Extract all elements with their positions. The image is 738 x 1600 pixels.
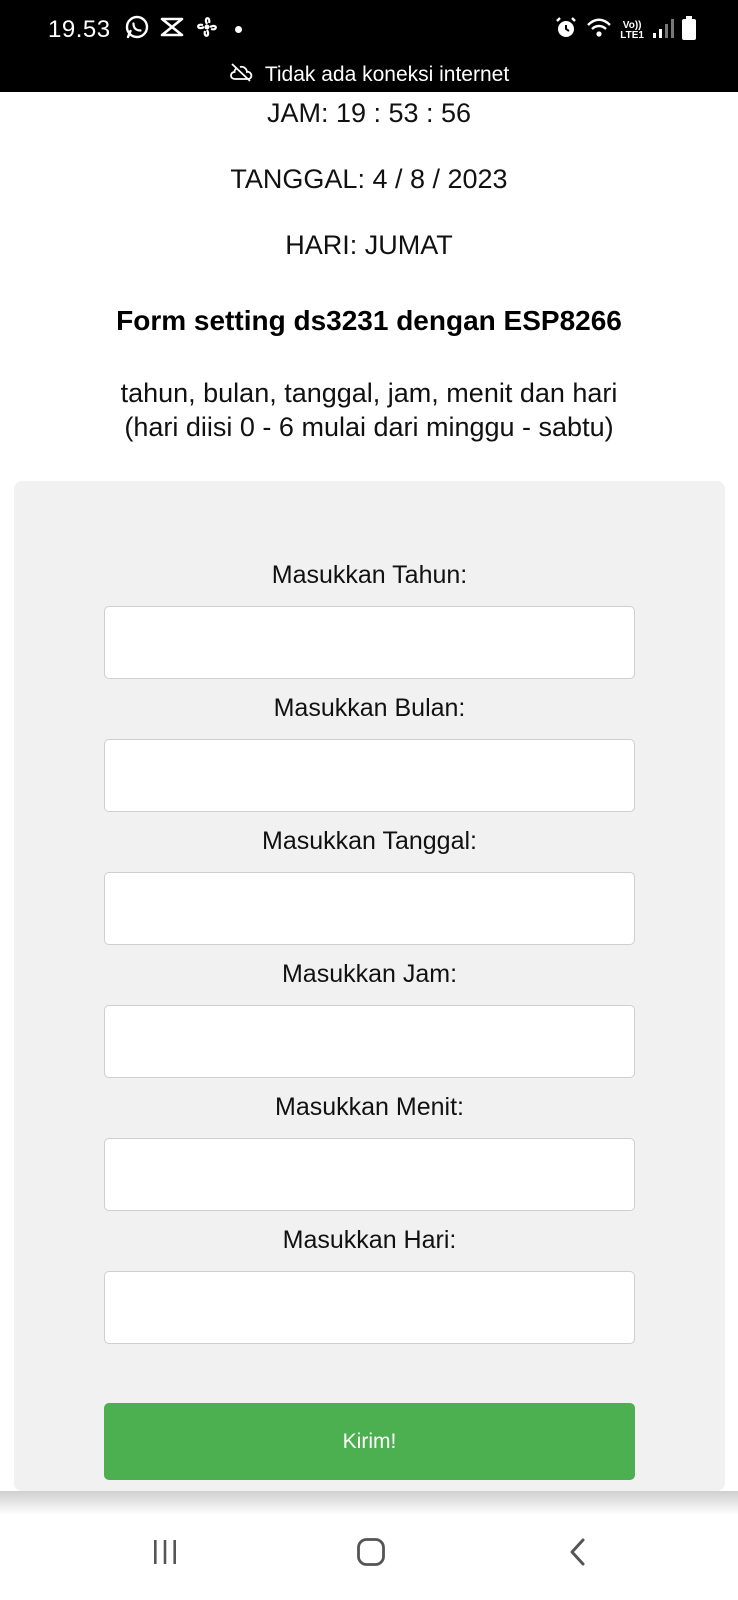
day-label: Masukkan Hari: <box>282 1226 457 1254</box>
connection-banner: Tidak ada koneksi internet <box>0 62 738 88</box>
date-input[interactable] <box>104 872 635 945</box>
status-time: 19.53 <box>48 16 111 43</box>
day-display: HARI: JUMAT <box>285 230 453 260</box>
date-display: TANGGAL: 4 / 8 / 2023 <box>230 164 508 194</box>
notification-icons <box>124 14 242 45</box>
dot-icon <box>235 26 242 33</box>
back-button[interactable] <box>542 1531 612 1577</box>
instructions-line-1: tahun, bulan, tanggal, jam, menit dan ha… <box>120 378 618 408</box>
year-input[interactable] <box>104 606 635 679</box>
fan-icon <box>194 14 220 45</box>
month-input[interactable] <box>104 739 635 812</box>
settings-form: Masukkan Tahun: Masukkan Bulan: Masukkan… <box>14 481 725 1491</box>
cloud-off-icon <box>229 62 253 88</box>
submit-button[interactable]: Kirim! <box>104 1403 635 1480</box>
volte-line-2: LTE1 <box>620 29 644 41</box>
form-instructions: tahun, bulan, tanggal, jam, menit dan ha… <box>60 376 678 444</box>
home-button[interactable] <box>336 1531 406 1577</box>
year-label: Masukkan Tahun: <box>271 561 468 589</box>
volte-line-1: Vo)) <box>622 19 642 31</box>
status-bar: 19.53 Vo)) LTE1 Tidak ada koneksi intern… <box>0 0 738 92</box>
connection-text: Tidak ada koneksi internet <box>264 63 510 86</box>
whatsapp-icon <box>124 14 150 45</box>
instructions-line-2: (hari diisi 0 - 6 mulai dari minggu - sa… <box>124 412 614 442</box>
hour-label: Masukkan Jam: <box>281 960 458 988</box>
home-icon <box>356 1537 386 1572</box>
signal-icon <box>652 17 674 44</box>
battery-icon <box>682 16 696 45</box>
back-icon <box>567 1537 587 1572</box>
capcut-icon <box>159 15 185 44</box>
recent-apps-button[interactable] <box>130 1531 200 1577</box>
volte-icon: Vo)) LTE1 <box>620 19 644 41</box>
nav-divider <box>0 1491 738 1515</box>
form-title: Form setting ds3231 dengan ESP8266 <box>116 305 622 336</box>
day-input[interactable] <box>104 1271 635 1344</box>
date-label: Masukkan Tanggal: <box>262 827 477 855</box>
navigation-bar <box>0 1515 738 1600</box>
hour-input[interactable] <box>104 1005 635 1078</box>
wifi-icon <box>586 17 612 44</box>
month-label: Masukkan Bulan: <box>273 694 466 722</box>
system-icons: Vo)) LTE1 <box>554 16 696 45</box>
alarm-icon <box>554 16 578 45</box>
minute-input[interactable] <box>104 1138 635 1211</box>
minute-label: Masukkan Menit: <box>275 1093 464 1121</box>
recent-apps-icon <box>150 1539 180 1570</box>
clock-display: JAM: 19 : 53 : 56 <box>266 98 472 128</box>
